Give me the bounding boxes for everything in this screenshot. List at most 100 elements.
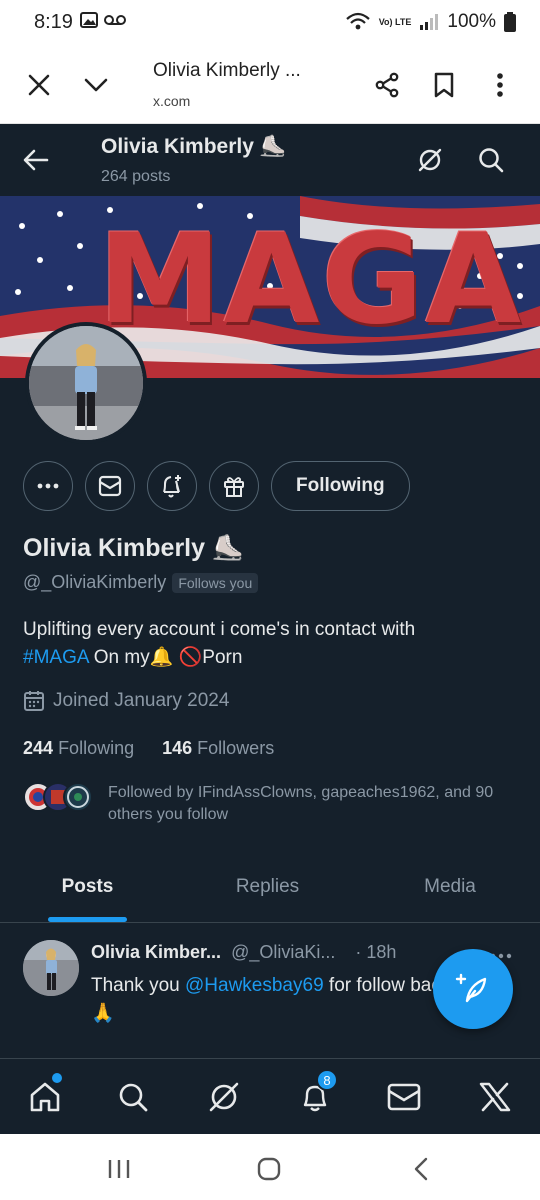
joined-date: Joined January 2024: [23, 690, 229, 712]
x-logo-icon: [479, 1082, 511, 1112]
followers-stat[interactable]: 146 Followers: [162, 738, 274, 759]
followers-stat-label: Followers: [197, 738, 275, 758]
followed-by-avatars: [23, 782, 95, 814]
bio-line-2: #MAGA On my🔔 🚫Porn: [23, 644, 518, 672]
handle-row: @_OliviaKimberly Follows you: [23, 572, 259, 593]
bookmark-icon: [434, 72, 454, 98]
gift-button[interactable]: [209, 461, 259, 511]
post-mention-link[interactable]: @Hawkesbay69: [185, 975, 324, 996]
status-bar: 8:19 Vo) LTE 100%: [0, 0, 540, 46]
share-button[interactable]: [368, 66, 406, 104]
following-stat[interactable]: 244 Following: [23, 738, 134, 759]
gallery-icon: [80, 12, 98, 28]
browser-toolbar: Olivia Kimberly ... x.com: [0, 46, 540, 124]
grok-button[interactable]: [414, 144, 446, 176]
following-stat-label: Following: [58, 738, 135, 758]
grok-icon: [418, 148, 442, 172]
post-text-start: Thank you: [91, 975, 185, 996]
more-vertical-icon: [497, 73, 503, 97]
signal-icon: [420, 14, 439, 30]
chevron-left-icon: [414, 1157, 428, 1181]
tab-posts[interactable]: Posts: [0, 850, 175, 923]
bottom-navigation: 8: [0, 1058, 540, 1134]
profile-bio: Uplifting every account i come's in cont…: [23, 616, 518, 672]
subscribe-notifications-button[interactable]: [147, 461, 197, 511]
home-circle-icon: [257, 1157, 281, 1181]
profile-actions: Following: [23, 461, 410, 511]
post-avatar[interactable]: [23, 940, 79, 996]
bio-hashtag-link[interactable]: #MAGA: [23, 647, 88, 668]
banner-word: MAGA: [98, 208, 524, 352]
close-icon: [28, 74, 50, 96]
post-meta: Olivia Kimber... @_OliviaKi... · 18h: [91, 942, 396, 963]
post-time: · 18h: [355, 942, 397, 962]
back-arrow-icon: [23, 149, 49, 171]
post-text: Thank you @Hawkesbay69 for follow back 🙏: [91, 972, 451, 1028]
minimize-button[interactable]: [77, 66, 115, 104]
system-navigation: [0, 1134, 540, 1200]
profile-avatar[interactable]: [25, 322, 147, 444]
gift-icon: [224, 477, 244, 497]
nav-search[interactable]: [113, 1077, 153, 1117]
lte-indicator: Vo) LTE: [378, 16, 412, 27]
battery-icon: [504, 12, 516, 32]
nav-messages[interactable]: [384, 1077, 424, 1117]
nav-home[interactable]: [25, 1077, 65, 1117]
home-icon: [30, 1082, 60, 1112]
battery-percent: 100%: [447, 11, 496, 32]
share-icon: [375, 72, 399, 98]
mail-icon: [98, 475, 122, 497]
follower-avatar: [63, 782, 93, 812]
status-notification-icons: [80, 12, 126, 28]
status-time: 8:19: [34, 11, 73, 33]
followed-by[interactable]: Followed by IFindAssClowns, gapeaches196…: [23, 782, 523, 828]
more-icon: [37, 483, 59, 489]
header-post-count: 264 posts: [101, 168, 171, 185]
followed-by-text: Followed by IFindAssClowns, gapeaches196…: [108, 784, 494, 823]
search-icon: [479, 148, 504, 173]
browser-url: x.com: [153, 93, 191, 109]
profile-tabs: Posts Replies Media: [0, 850, 540, 923]
recents-icon: [108, 1160, 130, 1178]
voicemail-icon: [104, 15, 126, 25]
notifications-badge: 8: [316, 1069, 338, 1091]
back-button[interactable]: [22, 146, 52, 176]
header-search-button[interactable]: [475, 144, 507, 176]
profile-handle: @_OliviaKimberly: [23, 572, 167, 592]
bell-plus-icon: [163, 475, 181, 498]
search-icon: [119, 1083, 148, 1112]
avatar-photo: [29, 326, 143, 440]
joined-text: Joined January 2024: [53, 690, 230, 711]
follow-stats: 244 Following 146 Followers: [23, 738, 274, 759]
tab-media[interactable]: Media: [360, 850, 540, 923]
nav-x-premium[interactable]: [475, 1077, 515, 1117]
followers-count: 146: [162, 738, 193, 758]
compose-icon: [455, 973, 487, 1003]
calendar-icon: [24, 691, 44, 711]
following-button[interactable]: Following: [271, 461, 410, 511]
post-handle: @_OliviaKi...: [231, 942, 336, 962]
status-right: Vo) LTE 100%: [345, 11, 516, 33]
bio-line-2-text: On my🔔 🚫Porn: [88, 647, 243, 668]
compose-button[interactable]: [433, 949, 513, 1029]
follows-you-badge: Follows you: [172, 572, 259, 593]
nav-grok[interactable]: [204, 1077, 244, 1117]
tab-replies[interactable]: Replies: [175, 850, 360, 923]
active-tab-indicator: [48, 917, 127, 922]
browser-page-title: Olivia Kimberly ...: [153, 60, 301, 81]
home-system-button[interactable]: [254, 1154, 284, 1184]
home-unread-dot: [52, 1073, 62, 1083]
profile-top-bar: Olivia Kimberly ⛸️ 264 posts: [0, 124, 540, 196]
recent-apps-button[interactable]: [104, 1154, 134, 1184]
system-back-button[interactable]: [406, 1154, 436, 1184]
profile-display-name: Olivia Kimberly ⛸️: [23, 534, 244, 562]
more-options-button[interactable]: [23, 461, 73, 511]
post-author[interactable]: Olivia Kimber...: [91, 942, 221, 963]
wifi-icon: [345, 12, 370, 30]
browser-menu-button[interactable]: [481, 66, 519, 104]
post-avatar-photo: [23, 940, 79, 996]
bookmark-button[interactable]: [425, 66, 463, 104]
chevron-down-icon: [84, 78, 108, 92]
close-tab-button[interactable]: [20, 66, 58, 104]
message-button[interactable]: [85, 461, 135, 511]
